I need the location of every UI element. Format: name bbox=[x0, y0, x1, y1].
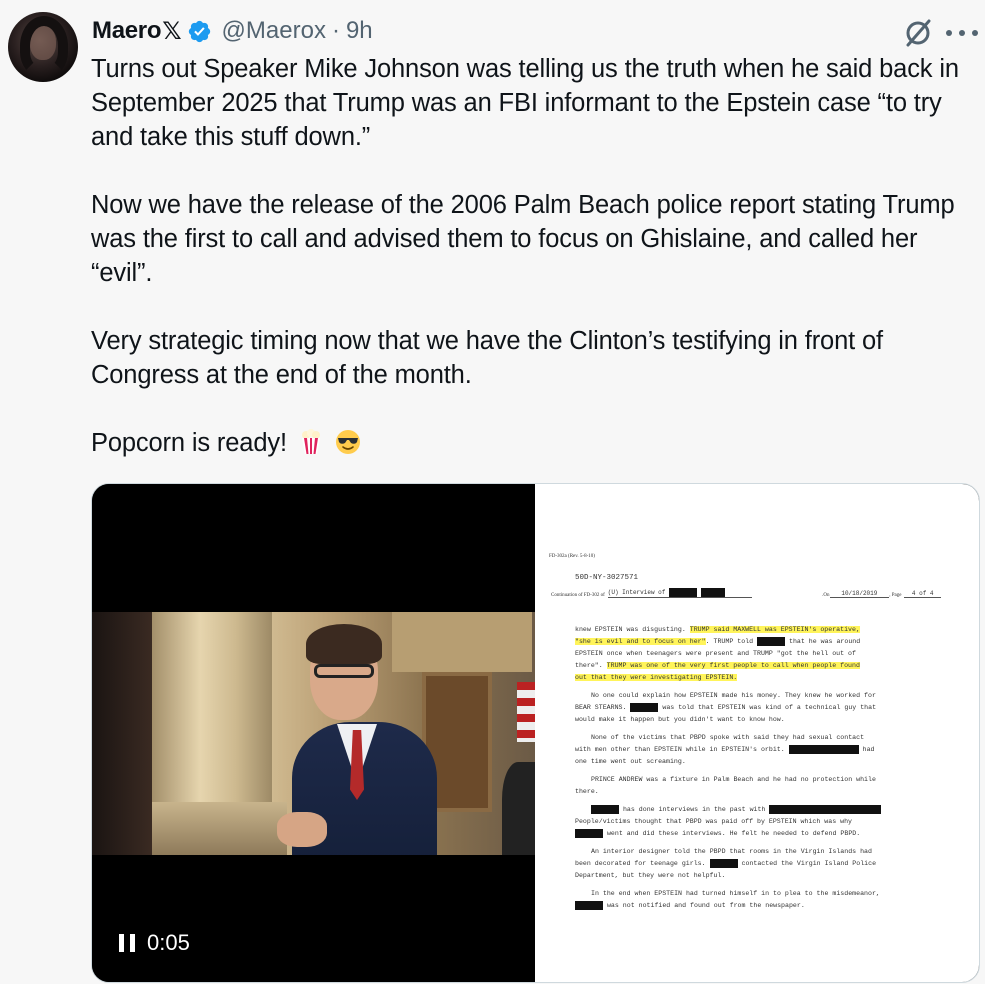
highlighted-text: "she is evil and to focus on her" bbox=[575, 638, 706, 645]
popcorn-icon bbox=[301, 429, 320, 454]
verified-badge-icon[interactable] bbox=[187, 19, 212, 44]
report-line: PRINCE ANDREW was a fixture in Palm Beac… bbox=[591, 776, 876, 783]
case-number: 50D-NY-3027571 bbox=[575, 574, 639, 582]
highlighted-text: out that they were investigating EPSTEIN… bbox=[575, 674, 738, 681]
video-player[interactable]: 0:05 bbox=[92, 484, 535, 982]
report-line: No one could explain how EPSTEIN made hi… bbox=[591, 692, 876, 699]
continuation-label: Continuation of FD-302 of bbox=[551, 593, 605, 598]
author-avatar[interactable] bbox=[8, 12, 78, 82]
report-body: knew EPSTEIN was disgusting. TRUMP said … bbox=[575, 624, 945, 912]
redaction-bar bbox=[630, 702, 659, 712]
tweet-paragraph: Now we have the release of the 2006 Palm… bbox=[91, 191, 955, 287]
header-separator: · bbox=[331, 17, 340, 44]
report-line: People/victims thought that PBPD was pai… bbox=[575, 818, 852, 825]
tweet-paragraph: Turns out Speaker Mike Johnson was telli… bbox=[91, 55, 959, 151]
tweet-paragraph-text: Popcorn is ready! bbox=[91, 429, 287, 457]
redaction-bar bbox=[575, 828, 603, 838]
author-handle[interactable]: @Maerox bbox=[222, 17, 326, 45]
report-line: out that they were investigating EPSTEIN… bbox=[575, 672, 945, 684]
report-line: An interior designer told the PBPD that … bbox=[591, 848, 872, 855]
redaction-bar bbox=[769, 804, 882, 814]
media-container[interactable]: 0:05 FD-302a (Rev. 5-8-10) 50D-NY-302757… bbox=[91, 483, 980, 983]
page-number: 4 of 4 bbox=[904, 590, 941, 598]
form-id: FD-302a (Rev. 5-8-10) bbox=[549, 554, 595, 559]
report-line: None of the victims that PBPD spoke with… bbox=[591, 734, 865, 741]
police-report-document: FD-302a (Rev. 5-8-10) 50D-NY-3027571 Con… bbox=[535, 484, 979, 982]
redaction-bar bbox=[757, 636, 786, 646]
more-options-icon[interactable] bbox=[946, 30, 978, 38]
avatar-hair bbox=[20, 16, 68, 76]
report-line: there. bbox=[575, 788, 599, 795]
video-time: 0:05 bbox=[147, 930, 190, 955]
highlighted-text: TRUMP was one of the very first people t… bbox=[606, 662, 860, 669]
report-line: there". TRUMP was one of the very first … bbox=[575, 662, 860, 669]
redaction-bar bbox=[591, 804, 619, 814]
tweet-paragraph-last: Popcorn is ready! bbox=[91, 426, 981, 460]
report-line: has done interviews in the past with bbox=[575, 804, 945, 816]
tweet-paragraph: Very strategic timing now that we have t… bbox=[91, 327, 883, 389]
sunglasses-face-icon bbox=[335, 430, 360, 454]
report-line: knew EPSTEIN was disgusting. TRUMP said … bbox=[575, 626, 860, 633]
redaction-bar bbox=[709, 858, 738, 868]
grok-icon[interactable] bbox=[903, 18, 933, 48]
highlighted-text: TRUMP said MAXWELL was EPSTEIN's operati… bbox=[689, 626, 860, 633]
author-name-suffix[interactable]: 𝕏 bbox=[162, 17, 181, 46]
tweet-header: Maero 𝕏 @Maerox · 9h bbox=[92, 14, 373, 48]
report-line: went and did these interviews. He felt h… bbox=[575, 828, 945, 840]
continuation-row: Continuation of FD-302 of (U) Interview … bbox=[551, 586, 941, 598]
interview-subject-text: (U) Interview of bbox=[607, 589, 666, 597]
pause-icon[interactable] bbox=[119, 934, 135, 952]
tweet-time[interactable]: 9h bbox=[346, 17, 373, 45]
redaction-bar bbox=[575, 900, 603, 910]
on-label: .On bbox=[822, 593, 830, 598]
tweet-text: Turns out Speaker Mike Johnson was telli… bbox=[91, 52, 981, 460]
report-line: was not notified and found out from the … bbox=[575, 900, 945, 912]
report-line: In the end when EPSTEIN had turned himse… bbox=[591, 890, 880, 897]
report-line: "she is evil and to focus on her". TRUMP… bbox=[575, 636, 861, 646]
report-line: been decorated for teenage girls. contac… bbox=[575, 858, 877, 868]
video-frame bbox=[92, 612, 535, 855]
report-line: EPSTEIN once when teenagers were present… bbox=[575, 650, 856, 657]
page-label: , Page bbox=[889, 593, 902, 598]
report-line: BEAR STEARNS. was told that EPSTEIN was … bbox=[575, 702, 877, 712]
report-line: with men other than EPSTEIN while in EPS… bbox=[575, 744, 875, 754]
report-line: would make it happen but you didn't want… bbox=[575, 716, 785, 723]
report-line: one time went out screaming. bbox=[575, 758, 686, 765]
report-date: 10/18/2019 bbox=[829, 590, 890, 598]
interview-subject: (U) Interview of bbox=[607, 588, 753, 598]
redaction-bar bbox=[788, 744, 859, 754]
video-controls: 0:05 bbox=[119, 930, 190, 956]
report-line: Department, but they were not helpful. bbox=[575, 872, 726, 879]
author-name[interactable]: Maero bbox=[92, 17, 162, 45]
